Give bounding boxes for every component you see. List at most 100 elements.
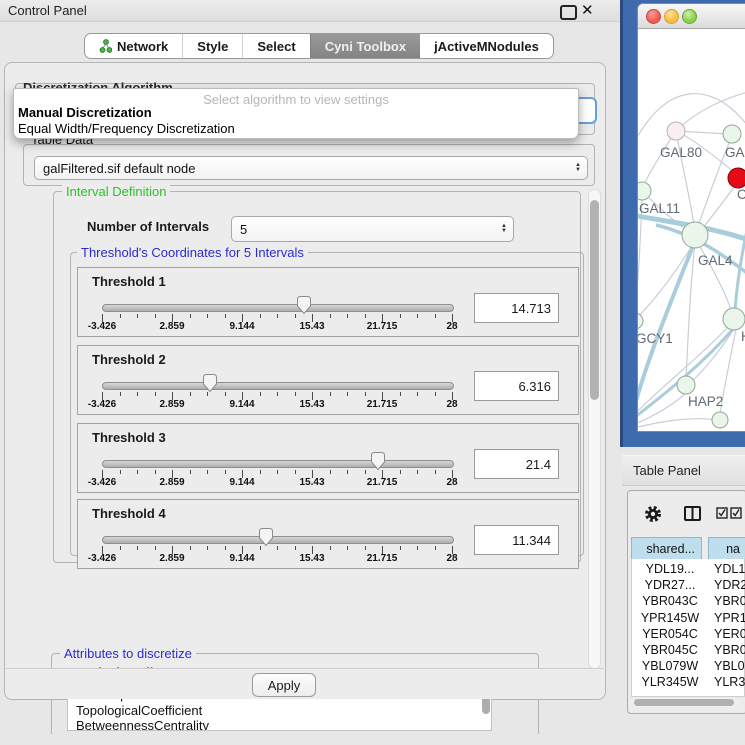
slider-tick-label: 9.144 [217, 477, 267, 488]
network-node[interactable] [638, 313, 643, 329]
slider-tick [417, 470, 418, 474]
apply-button[interactable]: Apply [252, 673, 316, 697]
slider-tick [435, 314, 436, 318]
slider-thumb[interactable] [296, 295, 312, 318]
menu-item-manual-discretization[interactable]: Manual Discretization [18, 105, 152, 120]
slider-tick-label: 28 [427, 477, 477, 488]
table-cell-name[interactable]: YPR1 [714, 611, 745, 627]
tab-cyni-toolbox[interactable]: Cyni Toolbox [310, 34, 420, 58]
table-column-header[interactable]: shared... [631, 537, 702, 560]
network-node-label: GAL4 [698, 253, 733, 268]
network-node-label: GAL11 [639, 201, 680, 216]
slider-tick [435, 470, 436, 474]
network-node[interactable] [723, 308, 745, 330]
table-cell-shared-name[interactable]: YER054C [638, 627, 702, 643]
slider-track[interactable] [102, 382, 454, 390]
table-cell-name[interactable]: YBR0 [714, 594, 745, 610]
slider-tick-label: 9.144 [217, 399, 267, 410]
split-panel-icon[interactable] [683, 505, 703, 523]
slider-tick [155, 470, 156, 474]
network-node-label: C [737, 187, 745, 202]
slider-tick [435, 546, 436, 550]
slider-track[interactable] [102, 304, 454, 312]
tab-jactivemnodules[interactable]: jActiveMNodules [420, 34, 553, 58]
vertical-scrollbar[interactable] [588, 189, 601, 669]
menu-item-equal-width-frequency[interactable]: Equal Width/Frequency Discretization [18, 121, 235, 136]
slider-tick [277, 314, 278, 318]
slider-tick [225, 546, 226, 550]
slider-thumb[interactable] [370, 451, 386, 474]
table-cell-shared-name[interactable]: YBL079W [638, 659, 702, 675]
select-columns-icon[interactable] [716, 507, 745, 520]
float-window-icon[interactable] [560, 5, 577, 20]
table-cell-name[interactable]: YBL0 [714, 659, 745, 675]
slider-track[interactable] [102, 536, 454, 544]
slider-track[interactable] [102, 460, 454, 468]
slider-tick [365, 392, 366, 396]
tab-network[interactable]: Network [85, 34, 182, 58]
network-node[interactable] [723, 125, 741, 143]
thresholds-group-title: Threshold's Coordinates for 5 Intervals [77, 245, 308, 260]
slider-tick-label: 21.715 [357, 399, 407, 410]
tab-select[interactable]: Select [242, 34, 309, 58]
vertical-scrollbar-thumb[interactable] [590, 200, 599, 400]
horizontal-scrollbar[interactable] [632, 698, 740, 707]
slider-thumb[interactable] [258, 527, 274, 550]
slider-tick [417, 546, 418, 550]
network-node[interactable] [728, 168, 745, 188]
slider-tick-label: 21.715 [357, 553, 407, 564]
table-cell-shared-name[interactable]: YBR043C [638, 594, 702, 610]
apply-row: Apply [6, 668, 604, 699]
slider-tick-label: 2.859 [147, 321, 197, 332]
number-of-intervals-combo[interactable]: 5 ▲▼ [231, 216, 514, 242]
table-cell-name[interactable]: YER0 [714, 627, 745, 643]
network-view-frame: GAL80GACGAL11GAL4GCY1HHAP2 [620, 0, 745, 447]
table-cell-name[interactable]: YBR0 [714, 643, 745, 659]
attribute-list-item[interactable]: TopologicalCoefficient [76, 703, 202, 718]
table-column-header[interactable]: na [708, 537, 745, 560]
slider-tick [137, 392, 138, 396]
table-cell-name[interactable]: YLR3 [714, 675, 745, 691]
network-node[interactable] [682, 222, 708, 248]
network-node[interactable] [638, 182, 651, 200]
slider-tick-label: 28 [427, 553, 477, 564]
threshold-value-field[interactable]: 11.344 [474, 525, 559, 555]
threshold-value-field[interactable]: 21.4 [474, 449, 559, 479]
network-edge [638, 241, 695, 319]
attribute-list-item[interactable]: BetweennessCentrality [76, 718, 209, 731]
table-cell-name[interactable]: YDL1 [714, 562, 745, 578]
table-cell-shared-name[interactable]: YPR145W [638, 611, 702, 627]
network-edge [638, 419, 716, 429]
tab-style[interactable]: Style [182, 34, 242, 58]
network-node[interactable] [712, 412, 728, 428]
slider-tick-label: 15.43 [287, 553, 337, 564]
network-node[interactable] [677, 376, 695, 394]
close-traffic-light[interactable] [646, 9, 661, 24]
table-data-combo[interactable]: galFiltered.sif default node ▲▼ [34, 156, 588, 180]
table-cell-shared-name[interactable]: YBR045C [638, 643, 702, 659]
close-icon[interactable]: ✕ [581, 1, 594, 19]
interval-group-title: Interval Definition [62, 184, 170, 199]
threshold-panel: Threshold 1-3.4262.8599.14415.4321.71528… [77, 267, 579, 337]
gear-icon[interactable] [644, 505, 662, 523]
table-cell-shared-name[interactable]: YDL19... [638, 562, 702, 578]
threshold-label: Threshold 1 [92, 274, 166, 289]
threshold-value-field[interactable]: 14.713 [474, 293, 559, 323]
network-canvas[interactable]: GAL80GACGAL11GAL4GCY1HHAP2 [638, 29, 745, 431]
slider-tick-label: 9.144 [217, 321, 267, 332]
slider-tick-label: 21.715 [357, 477, 407, 488]
slider-tick [330, 546, 331, 550]
slider-thumb[interactable] [202, 373, 218, 396]
table-cell-name[interactable]: YDR2 [714, 578, 745, 594]
threshold-value-field[interactable]: 6.316 [474, 371, 559, 401]
minimize-traffic-light[interactable] [664, 9, 679, 24]
zoom-traffic-light[interactable] [682, 9, 697, 24]
network-node[interactable] [667, 122, 685, 140]
table-cell-shared-name[interactable]: YDR27... [638, 578, 702, 594]
panel-title: Control Panel [8, 3, 87, 18]
table-cell-shared-name[interactable]: YLR345W [638, 675, 702, 691]
slider-tick [155, 546, 156, 550]
horizontal-scrollbar-thumb[interactable] [634, 699, 734, 706]
slider-tick-label: 2.859 [147, 553, 197, 564]
slider-tick-label: 15.43 [287, 477, 337, 488]
